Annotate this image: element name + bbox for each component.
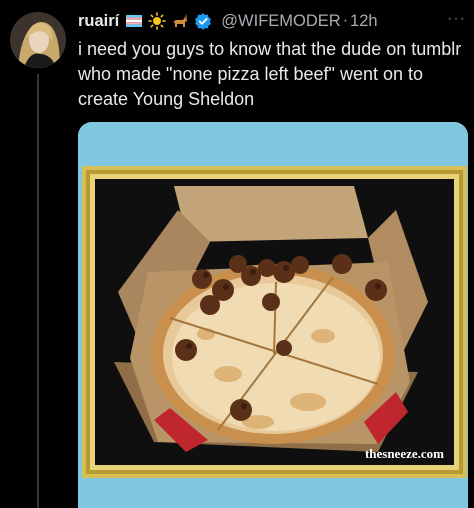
thread-line <box>37 74 39 508</box>
dog-icon <box>171 12 189 30</box>
trans-flag-icon <box>125 12 143 30</box>
tweet-media-image[interactable]: thesneeze.com <box>78 122 468 508</box>
tweet-header: ruairí @WIFEMODER · 12h <box>78 10 468 32</box>
separator-dot: · <box>342 12 349 29</box>
timestamp[interactable]: 12h <box>350 12 378 31</box>
more-options-icon[interactable]: ··· <box>447 10 466 28</box>
sun-icon <box>148 12 167 30</box>
display-name[interactable]: ruairí <box>78 12 119 31</box>
avatar[interactable] <box>10 12 66 68</box>
verified-badge-icon[interactable] <box>194 12 212 30</box>
tweet-text: i need you guys to know that the dude on… <box>78 39 462 109</box>
tweet[interactable]: ruairí @WIFEMODER · 12h ··· i need you g… <box>0 0 474 508</box>
user-handle[interactable]: @WIFEMODER <box>221 12 340 31</box>
watermark-text: thesneeze.com <box>365 446 444 461</box>
